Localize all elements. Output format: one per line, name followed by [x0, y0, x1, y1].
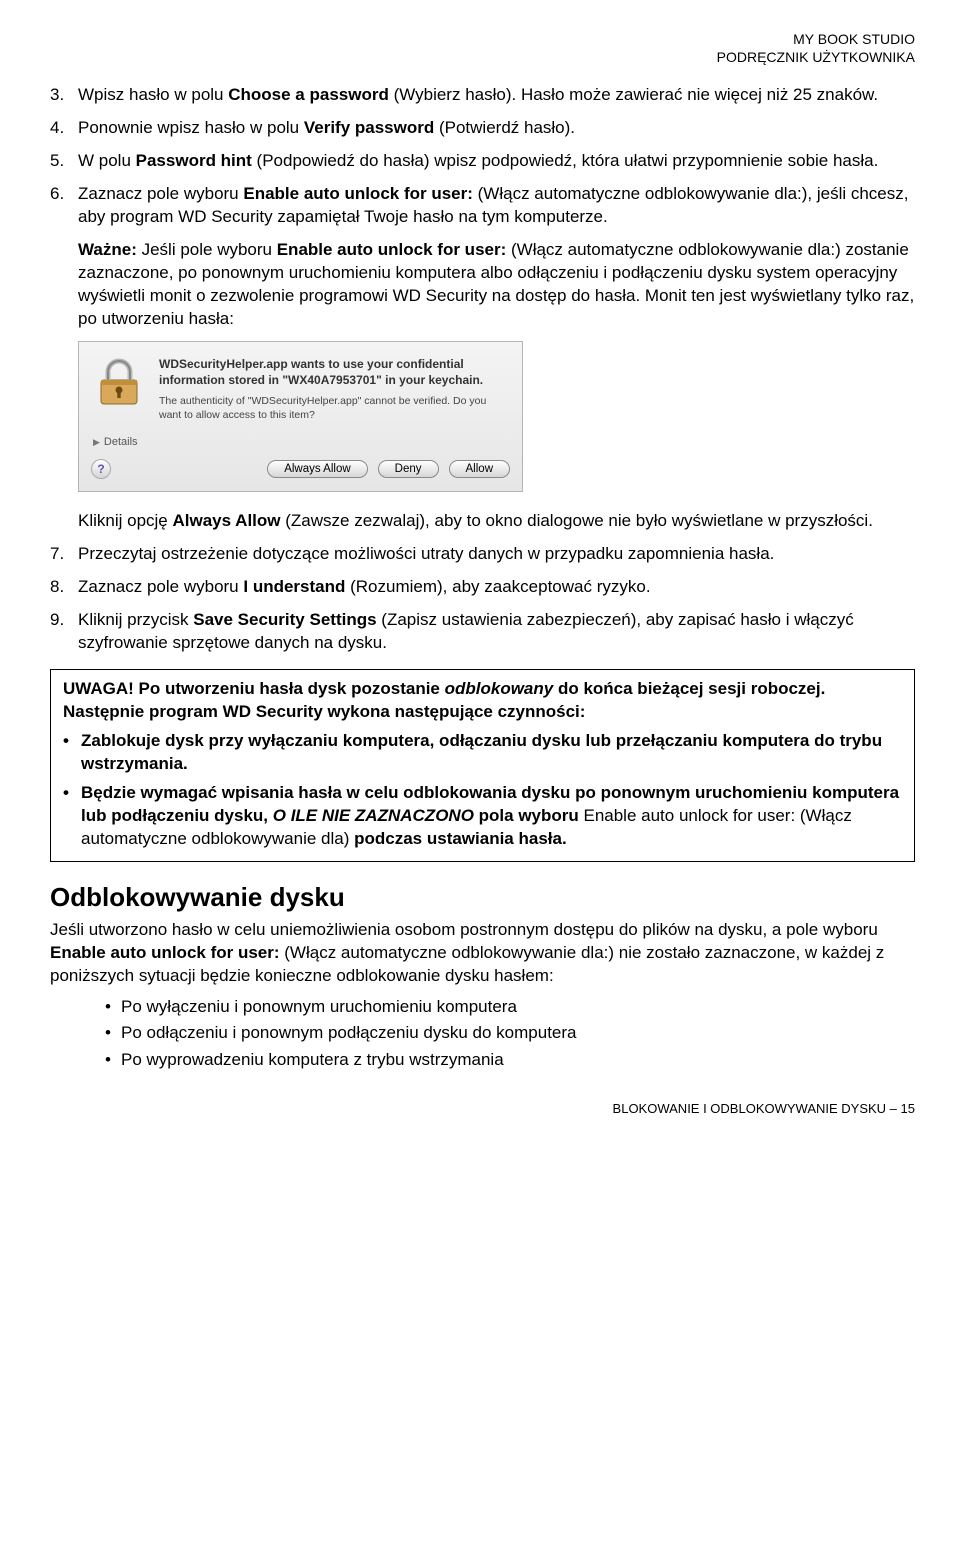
step-4: 4. Ponownie wpisz hasło w polu Verify pa… [50, 117, 915, 140]
list-item: •Po wyłączeniu i ponownym uruchomieniu k… [105, 996, 915, 1019]
step-number: 5. [50, 150, 78, 173]
step-body: Wpisz hasło w polu Choose a password (Wy… [78, 84, 915, 107]
text: (Rozumiem), aby zaakceptować ryzyko. [345, 577, 650, 596]
text-bold: Always Allow [173, 511, 281, 530]
text-bold: I understand [243, 577, 345, 596]
text: Zaznacz pole wyboru [78, 577, 243, 596]
step-number: 7. [50, 543, 78, 566]
always-allow-button[interactable]: Always Allow [267, 460, 367, 478]
text: Kliknij przycisk [78, 610, 193, 629]
bullet-icon: • [63, 782, 81, 851]
step-6: 6. Zaznacz pole wyboru Enable auto unloc… [50, 183, 915, 229]
step-body: Zaznacz pole wyboru I understand (Rozumi… [78, 576, 915, 599]
bullet-icon: • [105, 1022, 121, 1045]
step-5: 5. W polu Password hint (Podpowiedź do h… [50, 150, 915, 173]
deny-button[interactable]: Deny [378, 460, 439, 478]
text: Jeśli pole wyboru [137, 240, 277, 259]
help-button[interactable]: ? [91, 459, 111, 479]
text-bold: Enable auto unlock for user: [50, 943, 280, 962]
list-text: Po wyprowadzeniu komputera z trybu wstrz… [121, 1049, 504, 1072]
dialog-details-toggle[interactable]: ▶ Details [79, 431, 522, 454]
list-item: •Po odłączeniu i ponownym podłączeniu dy… [105, 1022, 915, 1045]
warning-head: UWAGA! Po utworzeniu hasła dysk pozostan… [63, 678, 902, 724]
text-bold-italic: odblokowany [445, 679, 554, 698]
step-7: 7. Przeczytaj ostrzeżenie dotyczące możl… [50, 543, 915, 566]
header-line2: PODRĘCZNIK UŻYTKOWNIKA [50, 48, 915, 66]
text: (Potwierdź hasło). [434, 118, 575, 137]
header-line1: MY BOOK STUDIO [50, 30, 915, 48]
allow-button[interactable]: Allow [449, 460, 510, 478]
step-number: 4. [50, 117, 78, 140]
step-body: Przeczytaj ostrzeżenie dotyczące możliwo… [78, 543, 915, 566]
step-9: 9. Kliknij przycisk Save Security Settin… [50, 609, 915, 655]
text: W polu [78, 151, 136, 170]
text: (Wybierz hasło). Hasło może zawierać nie… [389, 85, 878, 104]
text-bold: podczas ustawiania hasła. [354, 829, 567, 848]
bullet-text: Zablokuje dysk przy wyłączaniu komputera… [81, 730, 902, 776]
text: Kliknij opcję [78, 511, 173, 530]
text: Jeśli utworzono hasło w celu uniemożliwi… [50, 920, 878, 939]
disclosure-triangle-icon: ▶ [93, 436, 100, 448]
step-3: 3. Wpisz hasło w polu Choose a password … [50, 84, 915, 107]
text: Ponownie wpisz hasło w polu [78, 118, 304, 137]
label-important: Ważne: [78, 240, 137, 259]
dialog-line1: WDSecurityHelper.app wants to use your c… [159, 356, 506, 388]
bullet-icon: • [63, 730, 81, 776]
warning-bullet-2: • Będzie wymagać wpisania hasła w celu o… [63, 782, 902, 851]
text: Wpisz hasło w polu [78, 85, 228, 104]
step-number: 9. [50, 609, 78, 655]
text-bold: pola wyboru [474, 806, 584, 825]
page-header: MY BOOK STUDIO PODRĘCZNIK UŻYTKOWNIKA [50, 30, 915, 66]
text: (Podpowiedź do hasła) wpisz podpowiedź, … [252, 151, 879, 170]
text-bold: Enable auto unlock for user: [277, 240, 507, 259]
bullet-icon: • [105, 1049, 121, 1072]
step-body: Ponownie wpisz hasło w polu Verify passw… [78, 117, 915, 140]
bullet-text: Będzie wymagać wpisania hasła w celu odb… [81, 782, 902, 851]
step-body: Zaznacz pole wyboru Enable auto unlock f… [78, 183, 915, 229]
text: (Zawsze zezwalaj), aby to okno dialogowe… [281, 511, 873, 530]
dialog-button-row: ? Always Allow Deny Allow [79, 453, 522, 491]
list-item: •Po wyprowadzeniu komputera z trybu wstr… [105, 1049, 915, 1072]
text-bold-italic: O ILE NIE ZAZNACZONO [273, 806, 474, 825]
text-bold: Save Security Settings [193, 610, 376, 629]
step-number: 3. [50, 84, 78, 107]
warning-box: UWAGA! Po utworzeniu hasła dysk pozostan… [50, 669, 915, 862]
text-bold: Verify password [304, 118, 434, 137]
important-note: Ważne: Jeśli pole wyboru Enable auto unl… [78, 239, 915, 331]
page-footer: BLOKOWANIE I ODBLOKOWYWANIE DYSKU – 15 [50, 1100, 915, 1118]
section-title-unlock: Odblokowywanie dysku [50, 880, 915, 915]
dialog-top: WDSecurityHelper.app wants to use your c… [79, 342, 522, 431]
lock-icon [93, 356, 145, 408]
details-label: Details [104, 435, 138, 450]
bullet-icon: • [105, 996, 121, 1019]
list-text: Po wyłączeniu i ponownym uruchomieniu ko… [121, 996, 517, 1019]
step-8: 8. Zaznacz pole wyboru I understand (Roz… [50, 576, 915, 599]
warning-bullet-1: • Zablokuje dysk przy wyłączaniu kompute… [63, 730, 902, 776]
text-bold: Enable auto unlock for user: [243, 184, 473, 203]
section-intro: Jeśli utworzono hasło w celu uniemożliwi… [50, 919, 915, 988]
text-bold: Choose a password [228, 85, 389, 104]
text-bold: Password hint [136, 151, 252, 170]
text-bold: UWAGA! Po utworzeniu hasła dysk pozostan… [63, 679, 445, 698]
step-number: 6. [50, 183, 78, 229]
keychain-dialog: WDSecurityHelper.app wants to use your c… [78, 341, 523, 493]
after-dialog-text: Kliknij opcję Always Allow (Zawsze zezwa… [78, 510, 915, 533]
step-body: Kliknij przycisk Save Security Settings … [78, 609, 915, 655]
help-icon: ? [97, 461, 104, 477]
step-number: 8. [50, 576, 78, 599]
unlock-situations-list: •Po wyłączeniu i ponownym uruchomieniu k… [105, 996, 915, 1073]
step-body: W polu Password hint (Podpowiedź do hasł… [78, 150, 915, 173]
dialog-message: WDSecurityHelper.app wants to use your c… [159, 356, 506, 423]
text: Zaznacz pole wyboru [78, 184, 243, 203]
dialog-line2: The authenticity of "WDSecurityHelper.ap… [159, 394, 506, 422]
list-text: Po odłączeniu i ponownym podłączeniu dys… [121, 1022, 577, 1045]
